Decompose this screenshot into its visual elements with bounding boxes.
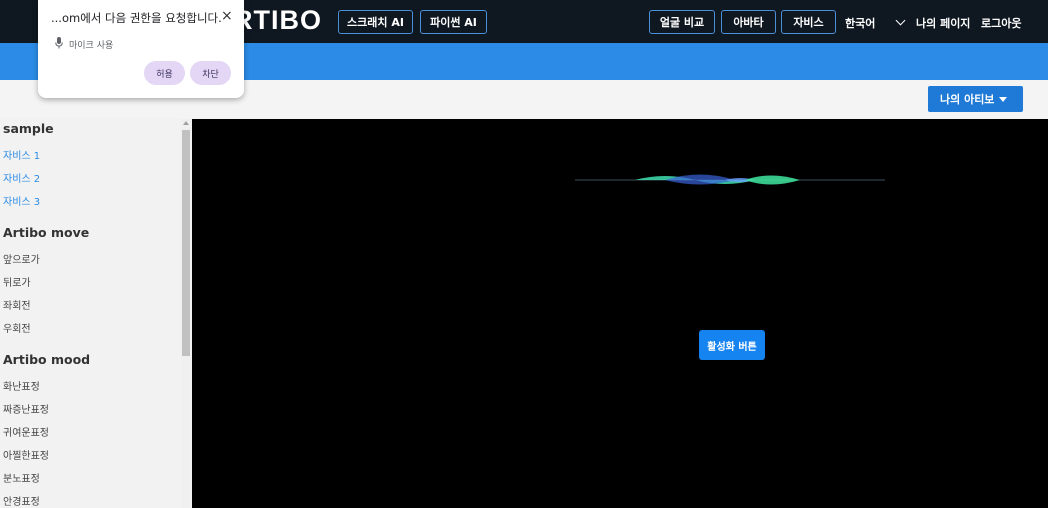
sidebar-item-annoyed[interactable]: 짜증난표정 [3,401,49,416]
nav-scratch-ai-button[interactable]: 스크래치 AI [338,10,413,34]
sidebar-section-title: Artibo move [3,225,90,240]
sidebar-item-forward[interactable]: 앞으로가 [3,251,40,266]
my-page-link[interactable]: 나의 페이지 [916,15,970,31]
nav-avatar-button[interactable]: 아바타 [721,10,776,34]
permission-popup: ...om에서 다음 권한을 요청합니다. × 마이크 사용 허용 차단 [38,0,244,98]
sidebar-item-service-1[interactable]: 자비스 1 [3,147,40,162]
sidebar-item-backward[interactable]: 뒤로가 [3,274,31,289]
nav-python-ai-button[interactable]: 파이썬 AI [420,10,487,34]
language-select[interactable]: 한국어 [845,15,875,31]
sidebar-item-service-3[interactable]: 자비스 3 [3,193,40,208]
allow-button[interactable]: 허용 [144,61,185,85]
voice-waveform-icon [575,174,885,185]
sidebar-item-dizzy[interactable]: 아찔한표정 [3,447,49,462]
sidebar-item-turn-right[interactable]: 우회전 [3,320,31,335]
nav-service-button[interactable]: 자비스 [781,10,836,34]
sidebar-item-angry[interactable]: 화난표정 [3,378,40,393]
sidebar-scrollbar-thumb[interactable] [182,130,190,356]
sidebar-item-turn-left[interactable]: 좌회전 [3,297,31,312]
scroll-up-arrow-icon[interactable] [183,121,189,125]
logout-link[interactable]: 로그아웃 [981,15,1021,31]
sidebar-item-service-2[interactable]: 자비스 2 [3,170,40,185]
sidebar: sample 자비스 1 자비스 2 자비스 3 Artibo move 앞으로… [0,119,192,508]
my-artibo-label: 나의 아티보 [940,93,995,106]
activate-button[interactable]: 활성화 버튼 [699,330,765,360]
block-button[interactable]: 차단 [190,61,231,85]
sidebar-item-glasses[interactable]: 안경표정 [3,493,40,508]
sidebar-item-cute[interactable]: 귀여운표정 [3,424,49,439]
close-icon[interactable]: × [221,8,233,24]
sidebar-section-title: sample [3,121,54,136]
my-artibo-dropdown[interactable]: 나의 아티보 [928,86,1023,112]
microphone-icon [55,37,63,49]
caret-down-icon [999,97,1007,102]
nav-face-compare-button[interactable]: 얼굴 비교 [649,10,715,34]
sidebar-item-rage[interactable]: 분노표정 [3,470,40,485]
permission-item-microphone: 마이크 사용 [69,41,114,51]
brand-logo[interactable]: RTIBO [233,5,322,36]
sidebar-section-title: Artibo mood [3,352,91,367]
permission-title: ...om에서 다음 권한을 요청합니다. [51,11,222,25]
